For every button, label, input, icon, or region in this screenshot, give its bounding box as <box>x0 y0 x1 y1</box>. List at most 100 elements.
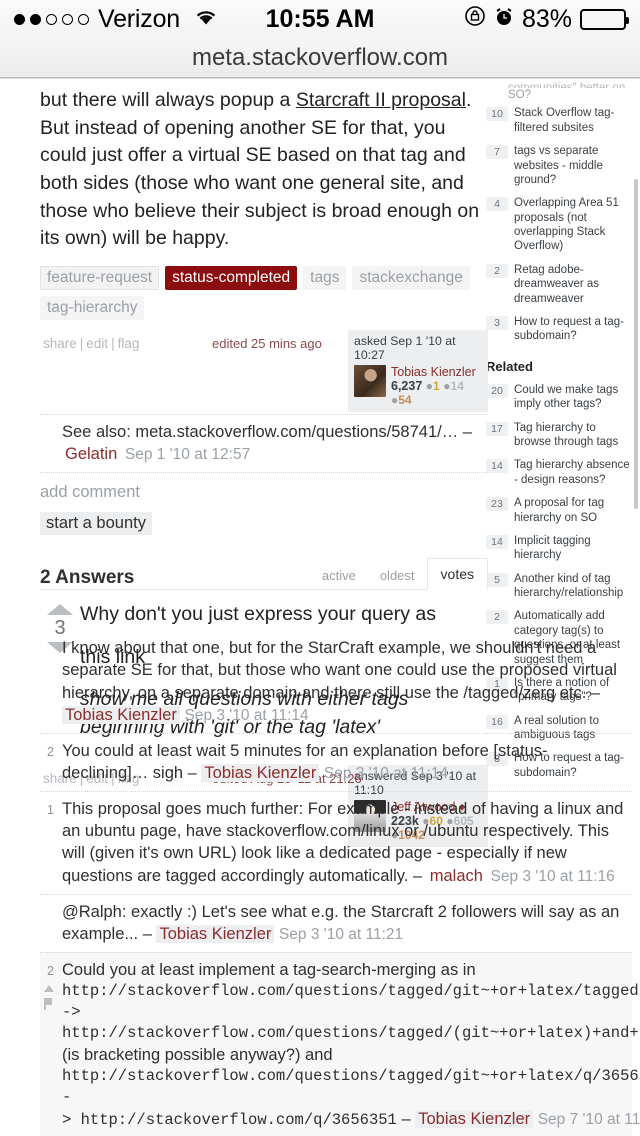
comment[interactable]: 1 This proposal goes much further: For e… <box>40 790 632 894</box>
carrier-label: Verizon <box>98 4 180 33</box>
comment-score <box>40 421 54 466</box>
comment-time[interactable]: Sep 3 '10 at 11:16 <box>491 868 615 885</box>
comment-body: @Ralph: exactly :) Let's see what e.g. t… <box>62 901 632 946</box>
sidebar-linked-item[interactable]: 2 Retag adobe-dreamweaver as dreamweaver <box>486 259 636 311</box>
comment-time[interactable]: Sep 3 '10 at 11:14 <box>324 765 448 782</box>
answers-header: 2 Answers active oldest votes <box>40 551 488 591</box>
sidebar-item-title: Tag hierarchy absence - design reasons? <box>514 459 630 486</box>
question-body-prefix: but there will always popup a <box>40 89 296 111</box>
reputation-value: 6,237 <box>391 379 423 394</box>
comment-score <box>40 901 54 946</box>
browser-url-bar[interactable]: meta.stackoverflow.com <box>0 38 640 78</box>
question-body: but there will always popup a Starcraft … <box>40 79 488 253</box>
sidebar-linked-item[interactable]: 7 tags vs separate websites - middle gro… <box>486 140 636 192</box>
flag-link[interactable]: flag <box>115 336 143 351</box>
gold-badge-count: ●1 <box>425 379 440 394</box>
tag-tag-hierarchy[interactable]: tag-hierarchy <box>40 296 145 321</box>
sidebar-item-title: tags vs separate websites - middle groun… <box>514 145 603 186</box>
comment-code-3: http://stackoverflow.com/questions/tagge… <box>62 1067 640 1107</box>
comment-author[interactable]: malach <box>427 867 486 885</box>
comment-body: You could at least wait 5 minutes for an… <box>62 740 632 785</box>
status-bar-right: 83% <box>464 4 629 34</box>
rotation-lock-icon <box>464 5 486 34</box>
add-comment-link[interactable]: add comment <box>40 472 488 510</box>
comment-body: Could you at least implement a tag-searc… <box>62 959 640 1131</box>
page-viewport: communities" better on SO? 10 Stack Over… <box>0 78 640 1136</box>
comment[interactable]: 2 You could at least wait 5 minutes for … <box>40 732 632 791</box>
comment-code-2: http://stackoverflow.com/questions/tagge… <box>62 1023 640 1042</box>
battery-icon <box>580 8 629 30</box>
edit-link[interactable]: edit <box>83 336 111 351</box>
sidebar-clipped-top-line: communities" better on <box>508 82 626 88</box>
bronze-badge-count: ●54 <box>391 393 412 408</box>
username-link[interactable]: Tobias Kienzler <box>391 365 482 379</box>
comment-score <box>40 637 54 727</box>
comment[interactable]: See also: meta.stackoverflow.com/questio… <box>40 414 488 472</box>
answers-count-label: 2 Answers <box>40 567 135 589</box>
battery-percent-label: 83% <box>521 4 572 33</box>
wifi-icon <box>193 5 219 34</box>
question-user-card[interactable]: asked Sep 1 '10 at 10:27 Tobias Kienzler… <box>348 330 488 413</box>
comment-author[interactable]: Tobias Kienzler <box>156 924 275 943</box>
comment-time[interactable]: Sep 7 '10 at 11:59 <box>538 1111 640 1128</box>
answer-sort-tabs: active oldest votes <box>310 557 488 591</box>
comment-time[interactable]: Sep 3 '10 at 11:21 <box>279 926 403 943</box>
comment-text: See also: meta.stackoverflow.com/questio… <box>62 423 472 442</box>
sidebar-related-item[interactable]: 20 Could we make tags imply other tags? <box>486 379 636 417</box>
upvote-arrow-icon[interactable] <box>47 604 73 616</box>
answer-line-1: Why don't you just express your query as <box>80 603 436 626</box>
comment-text: Could you at least implement a tag-searc… <box>62 960 476 979</box>
sidebar-linked-item[interactable]: 10 Stack Overflow tag-filtered subsites <box>486 102 636 140</box>
comment-author[interactable]: Tobias Kienzler <box>415 1109 534 1128</box>
question-meta-row: share | edit | flag edited 25 mins ago asked… <box>40 330 488 413</box>
comment-code-1: http://stackoverflow.com/questions/tagge… <box>62 982 640 1001</box>
comment-author[interactable]: Tobias Kienzler <box>62 705 180 724</box>
comment-author[interactable]: Tobias Kienzler <box>201 763 320 782</box>
answer-comments: I know about that one, but for the StarC… <box>0 631 640 1136</box>
comment-time[interactable]: Sep 1 '10 at 12:57 <box>125 446 250 463</box>
sidebar-item-title: How to request a tag-subdomain? <box>514 315 624 343</box>
comment-upvote-icon[interactable] <box>44 984 54 992</box>
start-bounty-button[interactable]: start a bounty <box>40 512 152 536</box>
tag-status-completed[interactable]: status-completed <box>165 266 298 291</box>
tab-oldest[interactable]: oldest <box>368 562 427 589</box>
sidebar-related-item[interactable]: 5 Another kind of tag hierarchy/relation… <box>486 568 636 606</box>
sidebar-linked-item[interactable]: 4 Overlapping Area 51 proposals (not ove… <box>486 192 636 259</box>
avatar[interactable] <box>354 365 386 398</box>
sidebar-related-item[interactable]: 17 Tag hierarchy to browse through tags <box>486 417 636 455</box>
sidebar-item-title: Overlapping Area 51 proposals (not overl… <box>514 197 619 253</box>
comment-text-2: (is bracketing possible anyway?) and <box>62 1045 333 1064</box>
ios-status-bar: Verizon 10:55 AM 83% <box>0 0 640 38</box>
sidebar-related-heading: Related <box>486 358 533 374</box>
share-link[interactable]: share <box>40 336 80 351</box>
url-text: meta.stackoverflow.com <box>191 43 449 71</box>
comment-time[interactable]: Sep 3 '10 at 11:14 <box>184 707 308 724</box>
comment-author[interactable]: Gelatin <box>62 445 120 463</box>
tag-tags[interactable]: tags <box>303 266 347 291</box>
vertical-scrollbar[interactable] <box>634 179 638 509</box>
question-edited-note[interactable]: edited 25 mins ago <box>212 336 322 351</box>
sidebar-related-item[interactable]: 14 Implicit tagging hierarchy <box>486 530 636 568</box>
sidebar-item-title: Could we make tags imply other tags? <box>514 383 619 411</box>
tab-active[interactable]: active <box>310 562 368 589</box>
question-comments: See also: meta.stackoverflow.com/questio… <box>40 414 488 547</box>
comment[interactable]: I know about that one, but for the StarC… <box>40 631 632 733</box>
comment[interactable]: @Ralph: exactly :) Let's see what e.g. t… <box>40 893 632 952</box>
comment-score: 2 <box>40 959 54 1131</box>
starcraft-proposal-link[interactable]: Starcraft II proposal <box>296 89 466 111</box>
sidebar-item-title: Stack Overflow tag-filtered subsites <box>514 107 615 134</box>
sidebar-related-item[interactable]: 23 A proposal for tag hierarchy on SO <box>486 492 636 530</box>
sidebar-clipped-item[interactable]: communities" better on SO? <box>486 79 636 102</box>
comment-code-1b: -> <box>62 1003 81 1021</box>
comment[interactable]: 2 Could you at least implement a tag-sea… <box>40 951 640 1136</box>
comment-flag-icon[interactable] <box>44 997 54 1010</box>
comment-body: I know about that one, but for the StarC… <box>62 637 632 727</box>
sidebar-linked-item[interactable]: 3 How to request a tag-subdomain? <box>486 311 636 349</box>
signal-strength-icon <box>14 13 89 25</box>
tag-stackexchange[interactable]: stackexchange <box>352 266 470 291</box>
comment-text: I know about that one, but for the StarC… <box>62 639 617 702</box>
tab-votes[interactable]: votes <box>426 558 488 591</box>
sidebar-related-item[interactable]: 14 Tag hierarchy absence - design reason… <box>486 454 636 492</box>
comment-body: This proposal goes much further: For exa… <box>62 798 632 888</box>
tag-feature-request[interactable]: feature-request <box>40 266 160 291</box>
